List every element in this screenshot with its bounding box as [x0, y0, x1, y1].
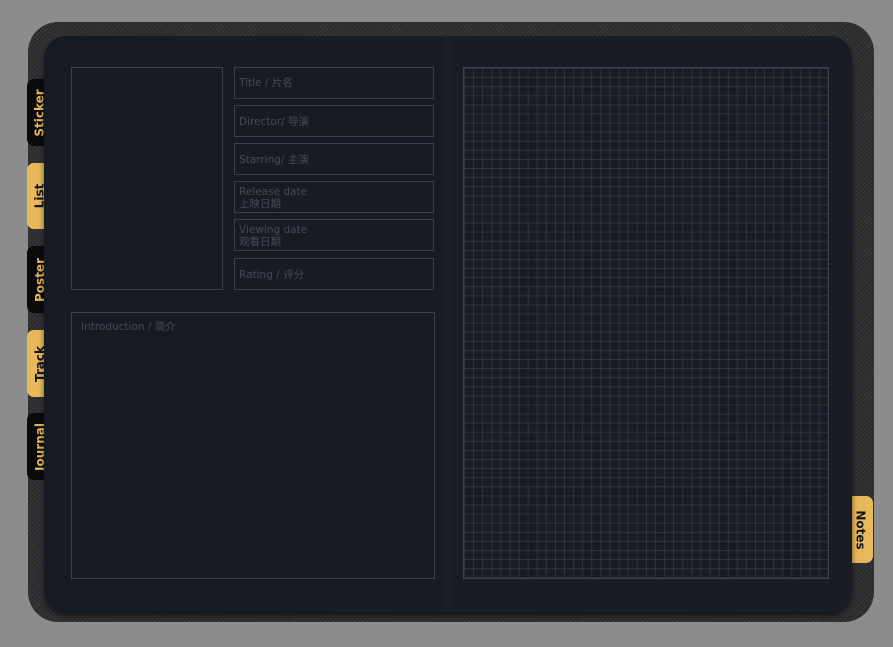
- tab-notes-label: Notes: [854, 509, 868, 550]
- title-field[interactable]: Title / 片名: [234, 67, 434, 99]
- starring-label: Starring/ 主演: [239, 154, 309, 166]
- release-date-label-cn: 上映日期: [239, 198, 281, 210]
- poster-box[interactable]: [71, 67, 223, 290]
- rating-label: Rating / 评分: [239, 269, 305, 281]
- starring-field[interactable]: Starring/ 主演: [234, 143, 434, 175]
- title-label: Title / 片名: [239, 77, 293, 89]
- release-date-label-en: Release date: [239, 186, 308, 198]
- introduction-field[interactable]: Introduction / 简介: [71, 312, 435, 579]
- release-date-field[interactable]: Release date 上映日期: [234, 181, 434, 213]
- director-label: Director/ 导演: [239, 116, 310, 128]
- viewing-date-field[interactable]: Viewing date 观看日期: [234, 219, 434, 251]
- rating-field[interactable]: Rating / 评分: [234, 258, 434, 290]
- introduction-label: Introduction / 简介: [81, 321, 176, 333]
- director-field[interactable]: Director/ 导演: [234, 105, 434, 137]
- viewing-date-label-en: Viewing date: [239, 224, 308, 236]
- viewing-date-label-cn: 观看日期: [239, 236, 281, 248]
- viewing-date-label: Viewing date 观看日期: [239, 224, 307, 248]
- tab-notes[interactable]: Notes: [849, 496, 873, 563]
- notes-grid[interactable]: [463, 67, 829, 579]
- release-date-label: Release date 上映日期: [239, 186, 307, 210]
